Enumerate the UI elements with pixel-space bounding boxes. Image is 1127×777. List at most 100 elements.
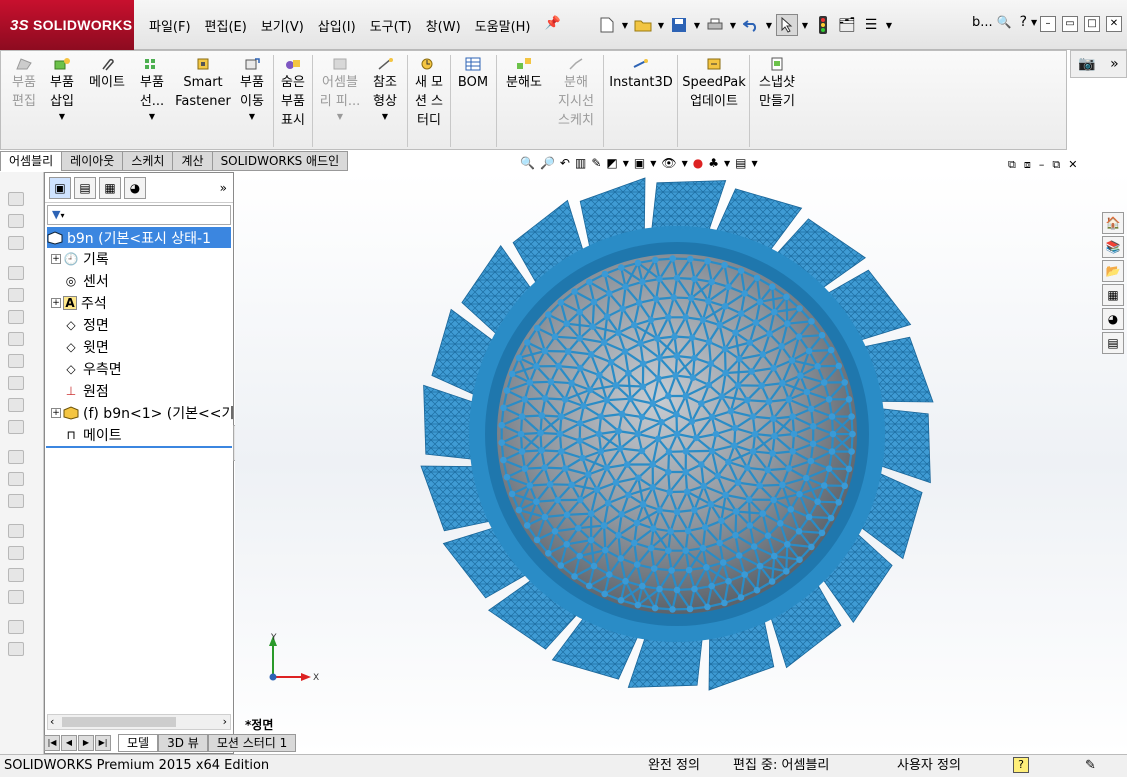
tree-item-sensors[interactable]: ◎ 센서 <box>63 270 109 291</box>
tree-item-history[interactable]: + 🕘 기록 <box>51 248 109 269</box>
tree-item-right-plane[interactable]: ◇ 우측면 <box>63 358 121 379</box>
print-dropdown-icon[interactable]: ▼ <box>728 21 738 30</box>
expand-icon[interactable]: + <box>51 407 61 418</box>
undo-dropdown-icon[interactable]: ▼ <box>764 21 774 30</box>
assembly-features-button[interactable]: 어셈블 리 피... ▼ <box>317 57 363 123</box>
menu-tools[interactable]: 도구(T) <box>363 16 419 35</box>
feature-tree-tab-icon[interactable]: ▣ <box>49 176 71 199</box>
strip-tool-icon[interactable] <box>8 354 24 368</box>
tab-motion-study[interactable]: 모션 스터디 1 <box>207 734 297 752</box>
tree-item-annotations[interactable]: + A 주석 <box>51 292 107 313</box>
edit-appearance-icon[interactable]: ● <box>693 156 703 170</box>
last-tab-icon[interactable]: ▶| <box>95 735 111 751</box>
strip-tool-icon[interactable] <box>8 192 24 206</box>
instant3d-button[interactable]: Instant3D <box>607 57 675 92</box>
strip-tool-icon[interactable] <box>8 494 24 508</box>
strip-tool-icon[interactable] <box>8 310 24 324</box>
undo-icon[interactable] <box>740 14 762 36</box>
tree-item-mates[interactable]: ⊓ 메이트 <box>63 424 121 445</box>
prev-tab-icon[interactable]: ◀ <box>61 735 77 751</box>
exploded-view-button[interactable]: 분해도 <box>501 57 547 92</box>
tab-assembly[interactable]: 어셈블리 <box>0 151 63 171</box>
strip-tool-icon[interactable] <box>8 450 24 464</box>
apply-scene-dropdown-icon[interactable]: ▼ <box>724 159 730 168</box>
minimize-icon[interactable]: – <box>1040 16 1056 32</box>
apply-scene-icon[interactable]: ♣ <box>708 156 719 170</box>
strip-tool-icon[interactable] <box>8 332 24 346</box>
reference-geometry-dropdown-icon[interactable]: ▼ <box>367 111 403 123</box>
strip-tool-icon[interactable] <box>8 546 24 560</box>
first-tab-icon[interactable]: |◀ <box>44 735 60 751</box>
scroll-left-icon[interactable]: ‹ <box>50 715 54 728</box>
display-style-icon[interactable]: ▣ <box>634 156 645 170</box>
edit-component-button[interactable]: 부품 편집 <box>7 57 41 111</box>
tab-sketch[interactable]: 스케치 <box>123 151 174 171</box>
strip-tool-icon[interactable] <box>8 472 24 486</box>
strip-tool-icon[interactable] <box>8 642 24 656</box>
strip-tool-icon[interactable] <box>8 236 24 250</box>
help-dropdown-icon[interactable]: ▼ <box>1029 18 1039 27</box>
help-icon[interactable]: ? <box>1020 14 1027 30</box>
strip-tool-icon[interactable] <box>8 590 24 604</box>
rollback-bar[interactable] <box>46 446 232 448</box>
save-dropdown-icon[interactable]: ▼ <box>692 21 702 30</box>
file-explorer-icon[interactable]: 📂 <box>1102 260 1124 282</box>
view-orientation-dropdown-icon[interactable]: ▼ <box>623 159 629 168</box>
strip-tool-icon[interactable] <box>8 420 24 434</box>
tree-horizontal-scrollbar[interactable]: ‹ › <box>47 714 231 730</box>
display-style-dropdown-icon[interactable]: ▼ <box>650 159 656 168</box>
strip-tool-icon[interactable] <box>8 266 24 280</box>
menu-edit[interactable]: 편집(E) <box>198 16 254 35</box>
move-dropdown-icon[interactable]: ▼ <box>235 111 269 123</box>
viewport-minimize-icon[interactable]: – <box>1039 158 1045 172</box>
tab-layout[interactable]: 레이아웃 <box>62 151 124 171</box>
scroll-right-icon[interactable]: › <box>223 715 227 728</box>
appearances-scenes-icon[interactable]: ◕ <box>1102 308 1124 330</box>
search-commands[interactable]: b... <box>972 15 993 30</box>
tab-evaluate[interactable]: 계산 <box>173 151 213 171</box>
viewport-split-icon[interactable]: ⧉ <box>1008 158 1016 172</box>
search-icon[interactable]: 🔍 <box>997 15 1012 29</box>
view-orientation-icon[interactable]: ◩ <box>606 156 617 170</box>
options-dropdown-icon[interactable]: ▼ <box>884 21 894 30</box>
zoom-to-fit-icon[interactable]: 🔍 <box>520 156 535 170</box>
save-icon[interactable] <box>668 14 690 36</box>
dynamic-annotation-icon[interactable]: ✎ <box>591 156 601 170</box>
new-document-icon[interactable] <box>596 14 618 36</box>
property-manager-tab-icon[interactable]: ▤ <box>74 176 96 199</box>
camera-icon[interactable]: 📷 <box>1078 56 1095 72</box>
component-pattern-button[interactable]: 부품 선... ▼ <box>135 57 169 123</box>
expand-chevron-icon[interactable]: » <box>1110 56 1119 72</box>
menu-view[interactable]: 보기(V) <box>254 16 311 35</box>
viewport-close-icon[interactable]: ✕ <box>1068 158 1077 172</box>
zoom-to-area-icon[interactable]: 🔎 <box>540 156 555 170</box>
hide-show-items-icon[interactable]: 👁 <box>661 156 676 170</box>
move-component-button[interactable]: 부품 이동 ▼ <box>235 57 269 123</box>
display-manager-tab-icon[interactable]: ◕ <box>124 176 146 199</box>
strip-tool-icon[interactable] <box>8 568 24 582</box>
menu-insert[interactable]: 삽입(I) <box>311 16 363 35</box>
assembly-features-dropdown-icon[interactable]: ▼ <box>317 111 363 123</box>
new-dropdown-icon[interactable]: ▼ <box>620 21 630 30</box>
configuration-manager-tab-icon[interactable]: ▦ <box>99 176 121 199</box>
show-hidden-components-button[interactable]: 숨은 부품 표시 <box>277 57 309 130</box>
view-settings-icon[interactable]: ▤ <box>735 156 746 170</box>
viewport-link-icon[interactable]: ⧈ <box>1024 158 1031 172</box>
solidworks-logo[interactable]: 3S SOLIDWORKS <box>0 0 134 50</box>
reference-geometry-button[interactable]: 참조 형상 ▼ <box>367 57 403 123</box>
tab-model[interactable]: 모델 <box>118 734 159 752</box>
menu-file[interactable]: 파일(F) <box>142 16 198 35</box>
new-motion-study-button[interactable]: 새 모 션 스 터디 <box>411 57 447 130</box>
graphics-area[interactable]: Y X <box>235 172 1127 754</box>
next-tab-icon[interactable]: ▶ <box>78 735 94 751</box>
custom-properties-icon[interactable]: ▤ <box>1102 332 1124 354</box>
tree-item-front-plane[interactable]: ◇ 정면 <box>63 314 108 335</box>
restore-icon[interactable]: ▭ <box>1062 16 1078 32</box>
insert-component-button[interactable]: 부품 삽입 ▼ <box>45 57 79 123</box>
tab-solidworks-addins[interactable]: SOLIDWORKS 애드인 <box>212 151 349 171</box>
solidworks-resources-icon[interactable]: 🏠 <box>1102 212 1124 234</box>
options-icon[interactable]: ☰ <box>860 14 882 36</box>
explode-line-sketch-button[interactable]: 분해 지시선 스케치 <box>553 57 599 130</box>
open-folder-icon[interactable] <box>632 14 654 36</box>
quick-tips-help-icon[interactable]: ? <box>1013 757 1029 773</box>
